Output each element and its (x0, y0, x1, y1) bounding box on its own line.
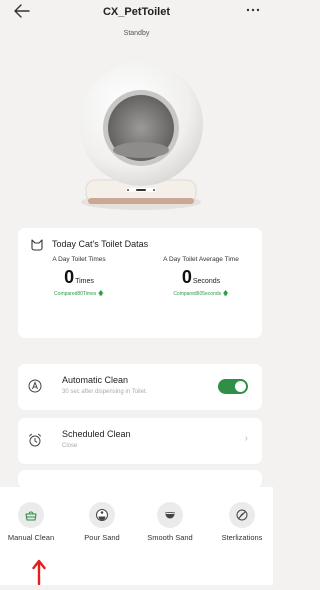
more-settings-card[interactable] (18, 470, 262, 488)
smooth-sand-label: Smooth Sand (147, 533, 193, 542)
toilet-times-unit: Times (75, 278, 94, 285)
more-dots-icon[interactable] (243, 4, 263, 18)
automatic-clean-row: Automatic Clean 30 sec after dispensing … (18, 364, 262, 410)
sterilization-button[interactable]: Sterlizations (211, 502, 273, 542)
automatic-clean-title: Automatic Clean (62, 375, 129, 385)
average-time-compared: Compared605econds 🡅 (146, 289, 256, 299)
average-time-stat: A Day Toilet Average Time 0Seconds Compa… (146, 256, 256, 299)
smooth-sand-button[interactable]: Smooth Sand (139, 502, 201, 542)
toilet-times-compared: Compared80Times 🡅 (24, 289, 134, 299)
chevron-right-icon: › (244, 433, 248, 444)
manual-clean-button[interactable]: Manual Clean (0, 502, 62, 542)
page-title: CX_PetToilet (102, 6, 171, 18)
toilet-times-stat: A Day Toilet Times 0Times Compared80Time… (24, 256, 134, 299)
automatic-clean-toggle[interactable] (218, 379, 248, 394)
manual-clean-label: Manual Clean (7, 533, 55, 542)
toilet-data-card: Today Cat's Toilet Datas A Day Toilet Ti… (18, 228, 262, 338)
top-bar: CX_PetToilet Standby (0, 0, 273, 60)
average-time-unit: Seconds (192, 278, 221, 285)
toilet-times-value-row: 0Times (24, 267, 134, 287)
automatic-clean-subtitle: 30 sec after dispensing in Toilet. (62, 389, 148, 395)
up-arrow-icon: 🡅 (97, 291, 104, 297)
toilet-times-value: 0 (64, 267, 75, 287)
scheduled-clean-row[interactable]: Scheduled Clean Close › (18, 418, 262, 464)
scheduled-clean-title: Scheduled Clean (62, 429, 131, 439)
back-arrow-icon[interactable] (14, 4, 34, 24)
toggle-knob (235, 381, 246, 392)
red-annotation-arrow (32, 558, 46, 586)
smooth-sand-icon (157, 502, 183, 528)
toilet-times-compared-text: Compared80Times (54, 291, 97, 297)
toilet-data-header: Today Cat's Toilet Datas (30, 238, 149, 251)
toilet-data-title: Today Cat's Toilet Datas (52, 239, 149, 249)
pour-sand-icon (89, 502, 115, 528)
litter-box-icon (18, 502, 44, 528)
pour-sand-button[interactable]: Pour Sand (71, 502, 133, 542)
up-arrow-icon: 🡅 (222, 291, 229, 297)
toilet-times-label: A Day Toilet Times (52, 256, 106, 263)
average-time-value-row: 0Seconds (146, 267, 256, 287)
pour-sand-label: Pour Sand (84, 533, 120, 542)
average-time-compared-text: Compared605econds (173, 291, 222, 297)
automatic-clean-icon (28, 379, 42, 393)
pet-toilet-image (76, 52, 206, 217)
device-status: Standby (123, 30, 150, 37)
average-time-label: A Day Toilet Average Time (163, 256, 239, 263)
average-time-value: 0 (181, 267, 192, 287)
scheduled-clean-subtitle: Close (62, 443, 78, 449)
cat-icon (30, 238, 44, 251)
sterilization-icon (229, 502, 255, 528)
sterilization-label: Sterlizations (221, 533, 263, 542)
alarm-clock-icon (28, 433, 42, 447)
